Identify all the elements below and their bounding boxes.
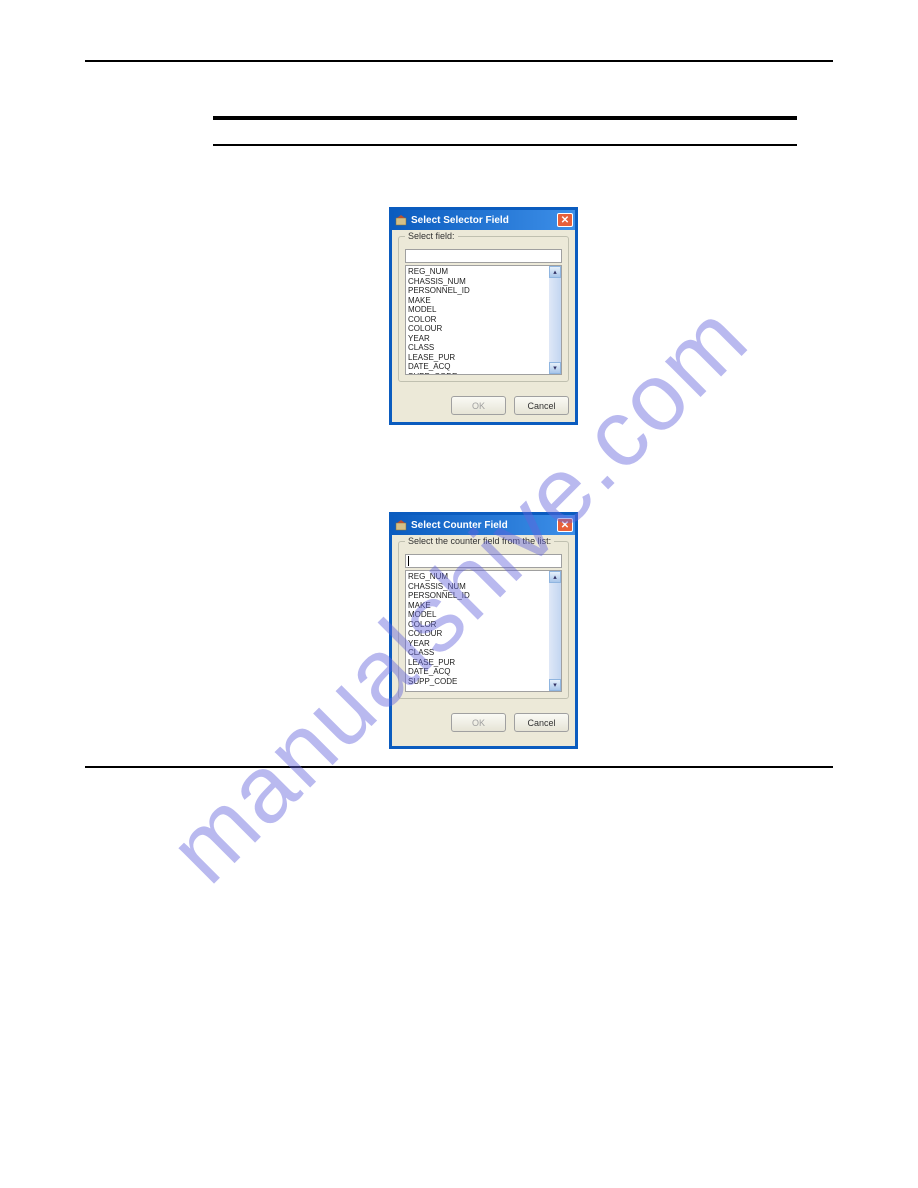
list-item[interactable]: YEAR xyxy=(408,334,547,344)
field-listbox: REG_NUMCHASSIS_NUMPERSONNEL_IDMAKEMODELC… xyxy=(405,265,562,375)
close-icon: ✕ xyxy=(561,520,569,531)
dialog-body: Select field: REG_NUMCHASSIS_NUMPERSONNE… xyxy=(392,230,575,388)
scrollbar[interactable]: ▴ ▾ xyxy=(549,266,561,374)
button-row: OK Cancel xyxy=(392,388,575,421)
list-item[interactable]: PERSONNEL_ID xyxy=(408,286,547,296)
ok-button[interactable]: OK xyxy=(451,396,506,415)
list-item[interactable]: COLOR xyxy=(408,315,547,325)
app-icon xyxy=(394,518,408,532)
titlebar[interactable]: Select Selector Field ✕ xyxy=(392,210,575,230)
list-item[interactable]: SUPP_CODE xyxy=(408,677,547,687)
list-item[interactable]: MODEL xyxy=(408,305,547,315)
close-icon: ✕ xyxy=(561,215,569,226)
dialog-title: Select Counter Field xyxy=(411,520,554,531)
list-item[interactable]: DATE_ACQ xyxy=(408,667,547,677)
list-item[interactable]: DATE_ACQ xyxy=(408,362,547,372)
dialog-body: Select the counter field from the list: … xyxy=(392,535,575,705)
scroll-track[interactable] xyxy=(549,583,561,679)
text-cursor xyxy=(408,556,409,566)
ok-button[interactable]: OK xyxy=(451,713,506,732)
list-item[interactable]: PERSONNEL_ID xyxy=(408,591,547,601)
chevron-up-icon: ▴ xyxy=(553,573,557,581)
scroll-track[interactable] xyxy=(549,278,561,362)
list-item[interactable]: SUPP_CODE xyxy=(408,372,547,375)
list-item[interactable]: MAKE xyxy=(408,601,547,611)
divider xyxy=(213,144,797,146)
counter-field-list[interactable]: REG_NUMCHASSIS_NUMPERSONNEL_IDMAKEMODELC… xyxy=(406,571,549,691)
field-list[interactable]: REG_NUMCHASSIS_NUMPERSONNEL_IDMAKEMODELC… xyxy=(406,266,549,374)
cancel-button[interactable]: Cancel xyxy=(514,713,569,732)
chevron-down-icon: ▾ xyxy=(553,681,557,689)
divider xyxy=(85,60,833,62)
close-button[interactable]: ✕ xyxy=(557,518,573,532)
app-icon xyxy=(394,213,408,227)
divider xyxy=(85,766,833,768)
groupbox-label: Select the counter field from the list: xyxy=(405,536,554,546)
list-item[interactable]: COLOUR xyxy=(408,324,547,334)
close-button[interactable]: ✕ xyxy=(557,213,573,227)
cancel-button[interactable]: Cancel xyxy=(514,396,569,415)
list-item[interactable]: REG_NUM xyxy=(408,572,547,582)
dialog-title: Select Selector Field xyxy=(411,215,554,226)
page: manualshive.com Select Selector Field ✕ … xyxy=(0,0,918,1188)
counter-field-input[interactable] xyxy=(405,554,562,568)
list-item[interactable]: REG_NUM xyxy=(408,267,547,277)
groupbox-label: Select field: xyxy=(405,231,458,241)
scroll-up-button[interactable]: ▴ xyxy=(549,571,561,583)
list-item[interactable]: CLASS xyxy=(408,343,547,353)
list-item[interactable]: LEASE_PUR xyxy=(408,353,547,363)
list-item[interactable]: COLOR xyxy=(408,620,547,630)
field-input[interactable] xyxy=(405,249,562,263)
scroll-up-button[interactable]: ▴ xyxy=(549,266,561,278)
select-field-group: Select field: REG_NUMCHASSIS_NUMPERSONNE… xyxy=(398,236,569,382)
select-counter-field-dialog: Select Counter Field ✕ Select the counte… xyxy=(389,512,578,749)
list-item[interactable]: LEASE_PUR xyxy=(408,658,547,668)
titlebar[interactable]: Select Counter Field ✕ xyxy=(392,515,575,535)
list-item[interactable]: COLOUR xyxy=(408,629,547,639)
list-item[interactable]: YEAR xyxy=(408,639,547,649)
scroll-down-button[interactable]: ▾ xyxy=(549,679,561,691)
list-item[interactable]: CHASSIS_NUM xyxy=(408,582,547,592)
list-item[interactable]: MAKE xyxy=(408,296,547,306)
button-row: OK Cancel xyxy=(392,705,575,738)
scroll-down-button[interactable]: ▾ xyxy=(549,362,561,374)
chevron-down-icon: ▾ xyxy=(553,364,557,372)
divider xyxy=(213,116,797,120)
list-item[interactable]: MODEL xyxy=(408,610,547,620)
select-counter-field-group: Select the counter field from the list: … xyxy=(398,541,569,699)
list-item[interactable]: CLASS xyxy=(408,648,547,658)
select-selector-field-dialog: Select Selector Field ✕ Select field: RE… xyxy=(389,207,578,425)
counter-field-listbox: REG_NUMCHASSIS_NUMPERSONNEL_IDMAKEMODELC… xyxy=(405,570,562,692)
chevron-up-icon: ▴ xyxy=(553,268,557,276)
scrollbar[interactable]: ▴ ▾ xyxy=(549,571,561,691)
list-item[interactable]: CHASSIS_NUM xyxy=(408,277,547,287)
